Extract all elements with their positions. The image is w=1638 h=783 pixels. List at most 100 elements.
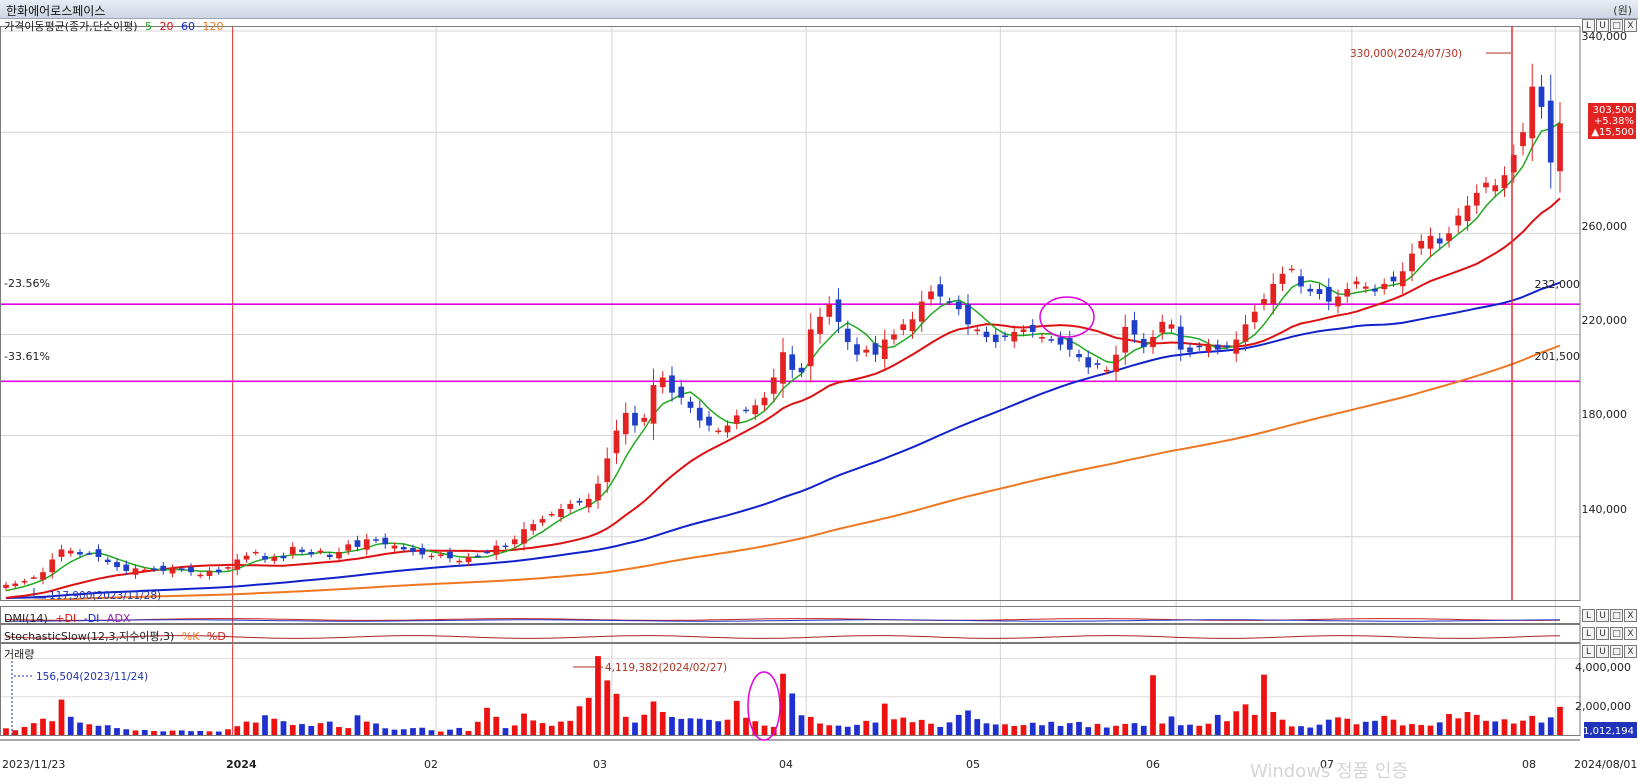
volume-bar [262,715,268,735]
candle-body [1307,288,1314,292]
stock-chart[interactable]: 340,000 260,000 220,000 180,000 140,000 … [0,18,1638,773]
volume-bar [169,730,176,735]
volume-bar [215,731,222,735]
panel-lock-button[interactable]: L [1582,19,1595,32]
candle-body [1325,286,1332,302]
candle-body [900,324,907,331]
candle-body [1372,288,1378,292]
volume-panel-controls[interactable]: L U □ X [1582,645,1637,658]
candle-body [678,386,685,398]
candle-body [1501,175,1508,189]
panel-maximize-button[interactable]: □ [1610,627,1623,640]
volume-bar [1205,723,1212,735]
candle-body [798,367,805,373]
panel-lock-button[interactable]: L [1582,609,1595,622]
volume-bar [114,728,120,735]
candle-body [178,568,185,570]
candle-body [299,549,305,552]
candle-body [659,377,666,388]
panel-unlock-button[interactable]: U [1596,19,1609,32]
panel-close-button[interactable]: X [1624,645,1637,658]
candle-body [1085,357,1092,368]
volume-bar [1029,722,1036,735]
candle-body [104,559,111,563]
volume-y-tick-label: 2,000,000 [1575,700,1631,713]
candle-body [1520,132,1526,147]
candle-body [1048,339,1055,341]
candle-body [77,552,83,555]
panel-maximize-button[interactable]: □ [1610,609,1623,622]
volume-bar [308,726,315,735]
volume-bar [1381,715,1388,735]
panel-close-button[interactable]: X [1624,19,1637,32]
candle-body [391,545,398,549]
window-titlebar: 한화에어로스페이스 (원) [0,0,1638,19]
panel-unlock-button[interactable]: U [1596,609,1609,622]
candle-body [909,319,916,332]
candle-body [1557,123,1563,172]
candle-body [1483,182,1489,188]
volume-bar [511,725,518,735]
candle-body [1029,324,1036,332]
panel-maximize-button[interactable]: □ [1610,19,1623,32]
volume-bar [391,729,398,735]
x-axis-label: 2024 [226,758,257,771]
panel-maximize-button[interactable]: □ [1610,645,1623,658]
volume-bar [1464,712,1471,735]
candle-body [761,397,768,406]
candle-body [1187,347,1193,353]
candle-body [567,503,574,509]
volume-bar [252,722,259,735]
candle-body [252,551,259,554]
candle-body [928,291,934,300]
volume-bar [1298,726,1304,735]
candle-body [373,539,379,541]
candle-body [1242,324,1249,342]
low-price-annotation: 117,900(2023/11/28) [49,590,161,602]
stoch-panel-label: StochasticSlow(12,3,지수이평,3) [4,630,174,643]
candle-body [558,508,564,518]
stoch-k-legend: %K [182,630,200,643]
x-axis-label: 02 [424,758,438,771]
candle-body [1251,311,1258,323]
volume-bar [650,701,657,735]
candle-body [447,551,453,559]
ma60-line [5,281,1561,600]
panel-unlock-button[interactable]: U [1596,645,1609,658]
volume-bar [178,730,185,735]
price-panel-controls[interactable]: L U □ X [1582,19,1637,32]
candle-body [114,562,120,568]
candle-body [456,560,463,563]
candle-body [576,500,583,503]
volume-bar [151,730,157,735]
volume-bar [447,729,453,735]
panel-close-button[interactable]: X [1624,609,1637,622]
volume-bar [86,724,93,735]
volume-bar [1048,721,1055,735]
volume-bar [1362,721,1369,735]
candle-body [770,377,777,394]
candle-body [1168,324,1175,329]
stoch-panel-controls[interactable]: L U □ X [1582,627,1637,640]
candle-body [1353,281,1360,285]
candle-body [1298,276,1304,287]
candle-body [132,568,139,575]
volume-bar [1187,724,1193,735]
panel-unlock-button[interactable]: U [1596,627,1609,640]
current-change: ▲15,500 [1591,127,1634,138]
volume-bar [1140,725,1147,735]
dmi-panel-controls[interactable]: L U □ X [1582,609,1637,622]
candle-body [1492,185,1499,192]
volume-bar [844,726,851,735]
panel-close-button[interactable]: X [1624,627,1637,640]
panel-lock-button[interactable]: L [1582,627,1595,640]
indicator-panels [5,618,1561,639]
volume-bar [539,723,546,735]
volume-bar [733,700,740,735]
panel-lock-button[interactable]: L [1582,645,1595,658]
x-axis-label: 03 [593,758,607,771]
hline-upper-left-label: -23.56% [4,277,50,290]
candle-body [1224,345,1230,348]
candle-body [965,304,971,325]
volume-bar [1446,713,1452,735]
